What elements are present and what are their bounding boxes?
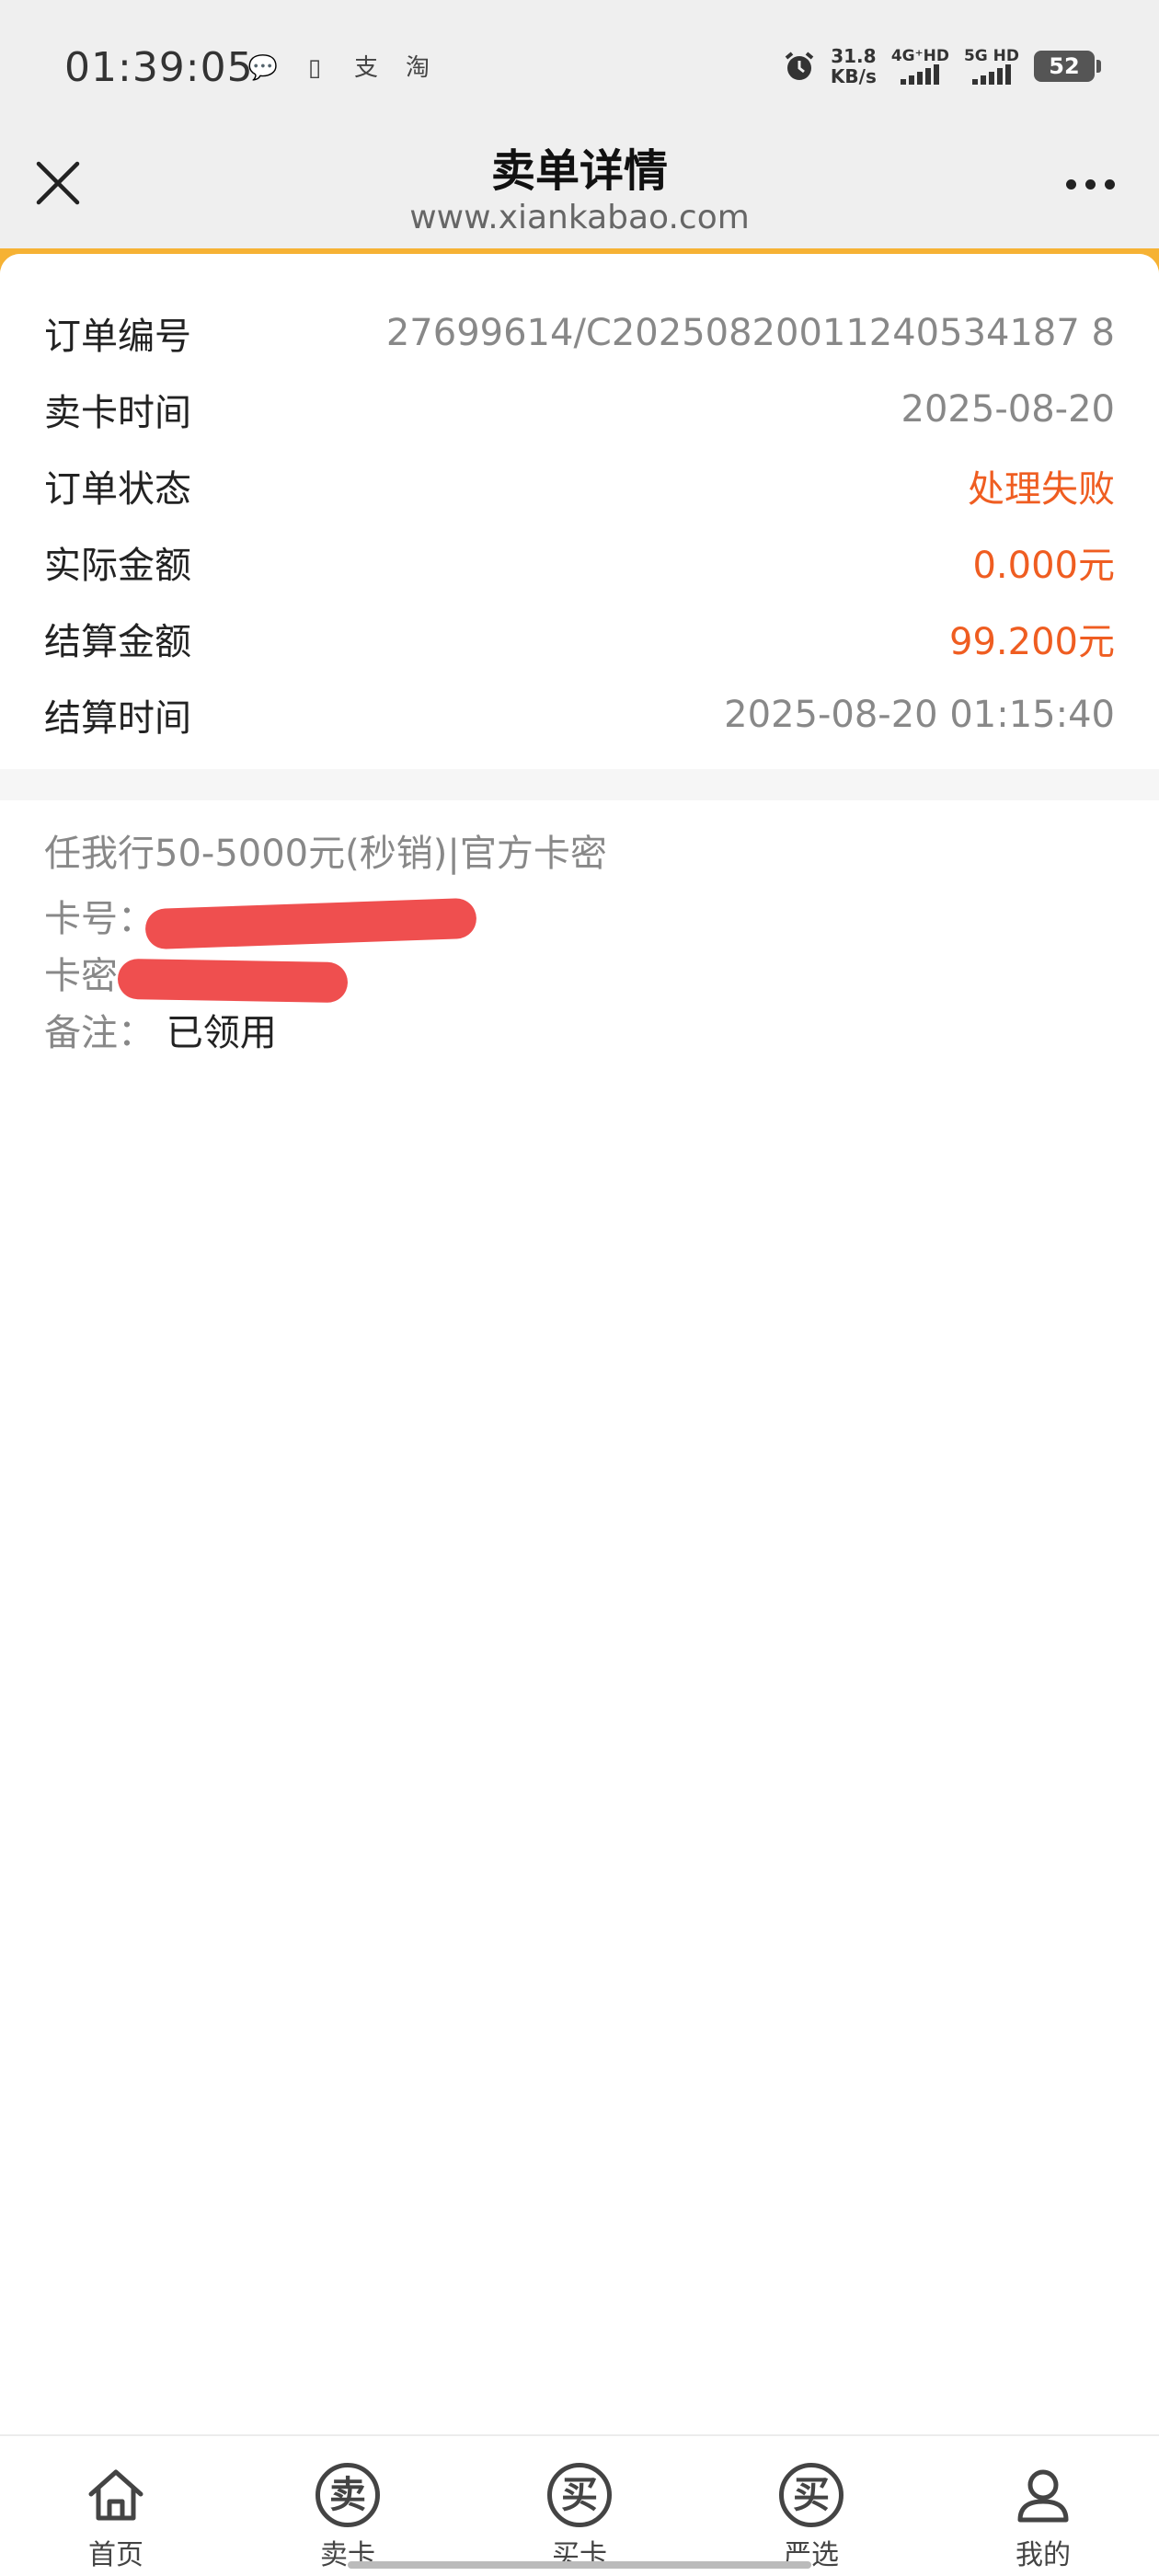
page-url: www.xiankabao.com xyxy=(409,199,750,236)
card-secret-line: 卡密 xyxy=(44,948,1115,1005)
notification-icons: 💬 ▯ 支 淘 xyxy=(247,52,434,85)
status-badge: 处理失败 xyxy=(968,467,1115,511)
status-bar: 01:39:05 💬 ▯ 支 淘 31.8 KB/s 4G⁺HD 5G HD 5… xyxy=(0,0,1159,143)
document-icon: ▯ xyxy=(307,54,322,82)
empty-area xyxy=(0,1069,1159,2434)
order-number-row: 订单编号 27699614/C20250820011240534187 8 xyxy=(44,311,1115,358)
status-right: 31.8 KB/s 4G⁺HD 5G HD 52 xyxy=(783,45,1101,87)
nav-buy-card[interactable]: 买 买卡 xyxy=(488,2462,671,2572)
alipay-icon: 支 xyxy=(353,54,378,82)
content: 订单编号 27699614/C20250820011240534187 8 卖卡… xyxy=(0,254,1159,2434)
sell-card-icon: 卖 xyxy=(316,2463,380,2527)
redaction-mark xyxy=(144,897,477,950)
nav-profile[interactable]: 我的 xyxy=(951,2462,1135,2572)
card-product-title: 任我行50-5000元(秒销)|官方卡密 xyxy=(44,833,607,875)
nav-home[interactable]: 首页 xyxy=(24,2462,208,2572)
settlement-amount-row: 结算金额 99.200元 xyxy=(44,600,1115,676)
selected-icon: 买 xyxy=(779,2463,843,2527)
profile-icon xyxy=(1017,2469,1069,2523)
order-number: 27699614/C20250820011240534187 8 xyxy=(385,311,1115,354)
signal-5g: 5G HD xyxy=(964,48,1019,85)
redaction-mark xyxy=(117,958,349,1004)
nav-sell-card[interactable]: 卖 卖卡 xyxy=(256,2462,440,2572)
settlement-amount: 99.200元 xyxy=(949,620,1115,663)
taobao-icon: 淘 xyxy=(405,54,430,82)
bottom-nav: 首页 卖 卖卡 买 买卡 买 严选 我的 xyxy=(0,2434,1159,2576)
buy-card-icon: 买 xyxy=(547,2463,612,2527)
signal-bars-icon xyxy=(901,64,940,85)
home-indicator[interactable] xyxy=(348,2561,811,2569)
card-info: 任我行50-5000元(秒销)|官方卡密 卡号： 卡密 备注： 已领用 xyxy=(0,800,1159,1069)
network-speed: 31.8 KB/s xyxy=(830,45,877,87)
actual-amount: 0.000元 xyxy=(972,544,1115,587)
alarm-icon xyxy=(785,52,814,80)
actual-amount-row: 实际金额 0.000元 xyxy=(44,523,1115,600)
chat-bubble-icon: 💬 xyxy=(247,54,279,82)
remark-line: 备注： 已领用 xyxy=(44,1012,277,1054)
signal-4g: 4G⁺HD xyxy=(891,48,949,85)
sell-time-row: 卖卡时间 2025-08-20 xyxy=(44,387,1115,434)
page-title: 卖单详情 xyxy=(490,145,668,197)
order-details-card: 订单编号 27699614/C20250820011240534187 8 卖卡… xyxy=(0,254,1159,769)
signal-bars-icon xyxy=(971,64,1011,85)
order-status-row: 订单状态 处理失败 xyxy=(44,447,1115,523)
nav-selected[interactable]: 买 严选 xyxy=(719,2462,903,2572)
settlement-time-row: 结算时间 2025-08-20 01:15:40 xyxy=(44,693,1115,740)
battery-icon: 52 xyxy=(1034,51,1101,82)
status-time: 01:39:05 xyxy=(64,44,254,91)
sell-time: 2025-08-20 xyxy=(901,387,1115,431)
remark-value: 已领用 xyxy=(166,1012,277,1054)
card-number-line: 卡号： xyxy=(44,891,1115,950)
home-icon xyxy=(88,2469,143,2521)
more-options-icon[interactable] xyxy=(1058,171,1122,197)
settlement-time: 2025-08-20 01:15:40 xyxy=(724,693,1115,736)
